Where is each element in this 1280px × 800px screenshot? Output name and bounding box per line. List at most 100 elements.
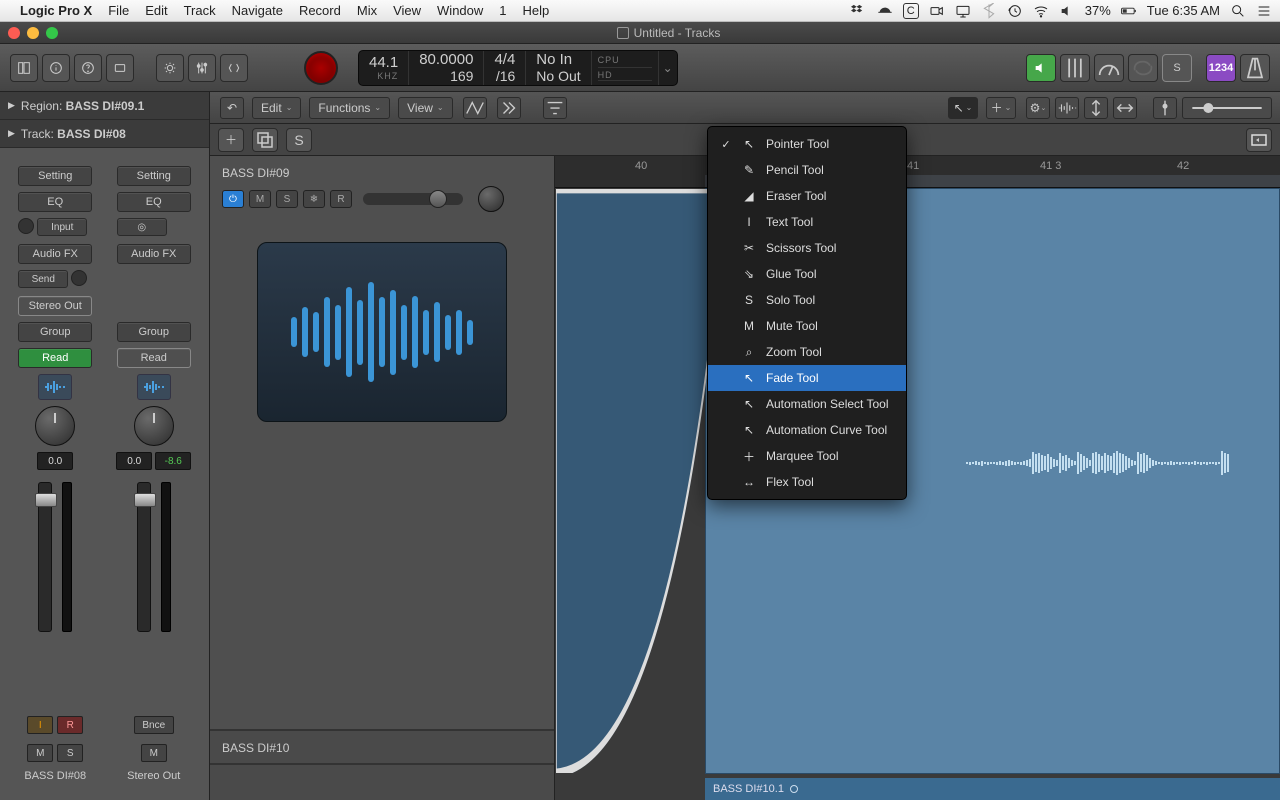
tool-menu-item[interactable]: ✂Scissors Tool [708, 235, 906, 261]
lcd-menu-button[interactable]: ⌄ [659, 51, 677, 85]
display-icon[interactable] [955, 3, 971, 19]
vzoom-button[interactable] [1084, 97, 1108, 119]
menu-track[interactable]: Track [184, 3, 216, 18]
input-row[interactable]: Input [18, 218, 92, 238]
volume-fader[interactable] [38, 482, 52, 632]
clock[interactable]: Tue 6:35 AM [1147, 3, 1220, 18]
editors-button[interactable] [220, 54, 248, 82]
menu-record[interactable]: Record [299, 3, 341, 18]
count-display[interactable]: 1234 [1206, 54, 1236, 82]
group-button[interactable]: Group [18, 322, 92, 342]
left-tool-button[interactable]: ↖⌄ [948, 97, 978, 119]
tool-menu-item[interactable]: ✓↖Pointer Tool [708, 131, 906, 157]
menu-file[interactable]: File [108, 3, 129, 18]
tool-menu-item[interactable]: ↖Automation Curve Tool [708, 417, 906, 443]
spotlight-icon[interactable] [1230, 3, 1246, 19]
region-disclosure[interactable]: ▶Region: BASS DI#09.1 [0, 92, 209, 120]
eq-button[interactable]: EQ [18, 192, 92, 212]
tool-menu-item[interactable]: ↖Fade Tool [708, 365, 906, 391]
pan-knob[interactable] [35, 406, 75, 446]
mute-button[interactable]: M [141, 744, 167, 762]
functions-menu[interactable]: Functions⌄ [309, 97, 390, 119]
hat-icon[interactable] [877, 3, 893, 19]
volume-slider[interactable] [363, 193, 463, 205]
settings-button[interactable]: ⚙⌄ [1026, 97, 1050, 119]
mixer-button[interactable] [188, 54, 216, 82]
duplicate-button[interactable] [252, 128, 278, 152]
tool-menu-item[interactable]: ＋Marquee Tool [708, 443, 906, 469]
timemachine-icon[interactable] [1007, 3, 1023, 19]
menu-mix[interactable]: Mix [357, 3, 377, 18]
bluetooth-icon[interactable] [981, 3, 997, 19]
tool-menu-item[interactable]: ↖Automation Select Tool [708, 391, 906, 417]
input-monitor[interactable]: I [27, 716, 53, 734]
vslider[interactable] [1153, 97, 1177, 119]
bounce-button[interactable]: Bnce [134, 716, 174, 734]
stereo-icon[interactable]: ◎ [117, 218, 167, 236]
audiofx-button[interactable]: Audio FX [117, 244, 191, 264]
wifi-icon[interactable] [1033, 3, 1049, 19]
close-button[interactable] [8, 27, 20, 39]
waveform-icon[interactable] [38, 374, 72, 400]
battery-icon[interactable] [1121, 3, 1137, 19]
pan-knob[interactable] [134, 406, 174, 446]
timeline[interactable]: 40 41 41 3 42 BASS DI#10.1 [555, 156, 1280, 800]
battery-pct[interactable]: 37% [1085, 3, 1111, 18]
smart-controls-button[interactable] [156, 54, 184, 82]
output-button[interactable]: Stereo Out [18, 296, 92, 316]
toolbar-button[interactable] [106, 54, 134, 82]
audiofx-button[interactable]: Audio FX [18, 244, 92, 264]
send-row[interactable]: Send [18, 270, 92, 290]
record-enable[interactable]: R [57, 716, 83, 734]
mute-button[interactable]: M [249, 190, 271, 208]
pan-knob[interactable] [478, 186, 504, 212]
hslider[interactable] [1182, 97, 1272, 119]
record-button[interactable]: R [330, 190, 352, 208]
sample-rate[interactable]: 44.1 [369, 54, 398, 71]
waveform-icon[interactable] [137, 374, 171, 400]
app-name[interactable]: Logic Pro X [20, 3, 92, 18]
solo-button[interactable]: S [57, 744, 83, 762]
ruler[interactable]: 40 41 41 3 42 [555, 156, 1280, 188]
track-header[interactable]: BASS DI#10 [210, 731, 554, 765]
solo-button[interactable]: S [276, 190, 298, 208]
view-menu[interactable]: View⌄ [398, 97, 453, 119]
eq-button[interactable]: EQ [117, 192, 191, 212]
tool-menu-item[interactable]: ⇘Glue Tool [708, 261, 906, 287]
menu-help[interactable]: Help [523, 3, 550, 18]
pan-value[interactable]: 0.0 [37, 452, 73, 470]
inspector-button[interactable] [42, 54, 70, 82]
volume-icon[interactable] [1059, 3, 1075, 19]
minimize-button[interactable] [27, 27, 39, 39]
tool-menu-item[interactable]: IText Tool [708, 209, 906, 235]
camera-icon[interactable] [929, 3, 945, 19]
power-button[interactable]: ⏻ [222, 190, 244, 208]
waveform-zoom-button[interactable] [1055, 97, 1079, 119]
position[interactable]: 169 [419, 68, 473, 84]
c-icon[interactable]: C [903, 3, 919, 19]
tool-menu-item[interactable]: ↔Flex Tool [708, 469, 906, 495]
setting-button[interactable]: Setting [117, 166, 191, 186]
edit-menu[interactable]: Edit⌄ [252, 97, 301, 119]
notif-icon[interactable] [1256, 3, 1272, 19]
menu-navigate[interactable]: Navigate [232, 3, 283, 18]
track-header[interactable]: BASS DI#09 ⏻ M S ❄ R [210, 156, 554, 731]
automation-button[interactable]: Read [117, 348, 191, 368]
menu-view[interactable]: View [393, 3, 421, 18]
master-volume-button[interactable] [1026, 54, 1056, 82]
right-tool-button[interactable]: ＋⌄ [986, 97, 1016, 119]
tool-menu-item[interactable]: ◢Eraser Tool [708, 183, 906, 209]
region-label-bar[interactable]: BASS DI#10.1 [705, 778, 1280, 800]
menu-window[interactable]: Window [437, 3, 483, 18]
add-track-button[interactable]: ＋ [218, 128, 244, 152]
record-button[interactable] [304, 51, 338, 85]
time-sig[interactable]: 4/4 [494, 51, 515, 68]
division[interactable]: /16 [494, 68, 515, 84]
zoom-button[interactable] [46, 27, 58, 39]
hzoom-button[interactable] [1113, 97, 1137, 119]
dropbox-icon[interactable] [851, 3, 867, 19]
back-button[interactable]: ↶ [220, 97, 244, 119]
help-button[interactable] [74, 54, 102, 82]
menu-1[interactable]: 1 [499, 3, 506, 18]
tempo[interactable]: 80.0000 [419, 51, 473, 68]
